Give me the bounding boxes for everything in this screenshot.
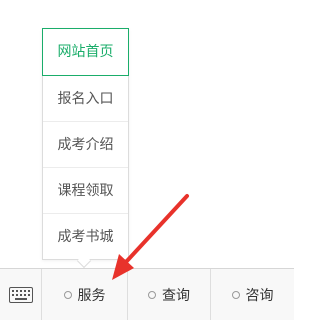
menu-label-query: 查询 [162,287,190,304]
submenu-item-intro[interactable]: 成考介绍 [43,122,128,168]
menu-label-service: 服务 [77,287,106,304]
menu-label-consult: 咨询 [245,287,274,304]
submenu-item-courses[interactable]: 课程领取 [43,168,128,214]
wechat-menu-page: 网站首页 报名入口 成考介绍 课程领取 成考书城 服务 查询 咨询 [0,0,294,320]
submenu-item-registration[interactable]: 报名入口 [43,76,128,122]
keyboard-icon [8,286,33,303]
submenu-popup: 网站首页 报名入口 成考介绍 课程领取 成考书城 [42,28,129,260]
dot-icon [148,290,156,299]
menu-button-service[interactable]: 服务 [42,269,128,320]
bottom-menu-bar: 服务 查询 咨询 [0,268,294,320]
dot-icon [63,290,72,299]
submenu-item-bookstore[interactable]: 成考书城 [43,214,128,260]
menu-button-consult[interactable]: 咨询 [211,269,294,320]
dot-icon [231,290,240,299]
submenu-item-home[interactable]: 网站首页 [42,28,129,76]
keyboard-toggle-button[interactable] [0,269,42,320]
menu-button-query[interactable]: 查询 [128,269,211,320]
